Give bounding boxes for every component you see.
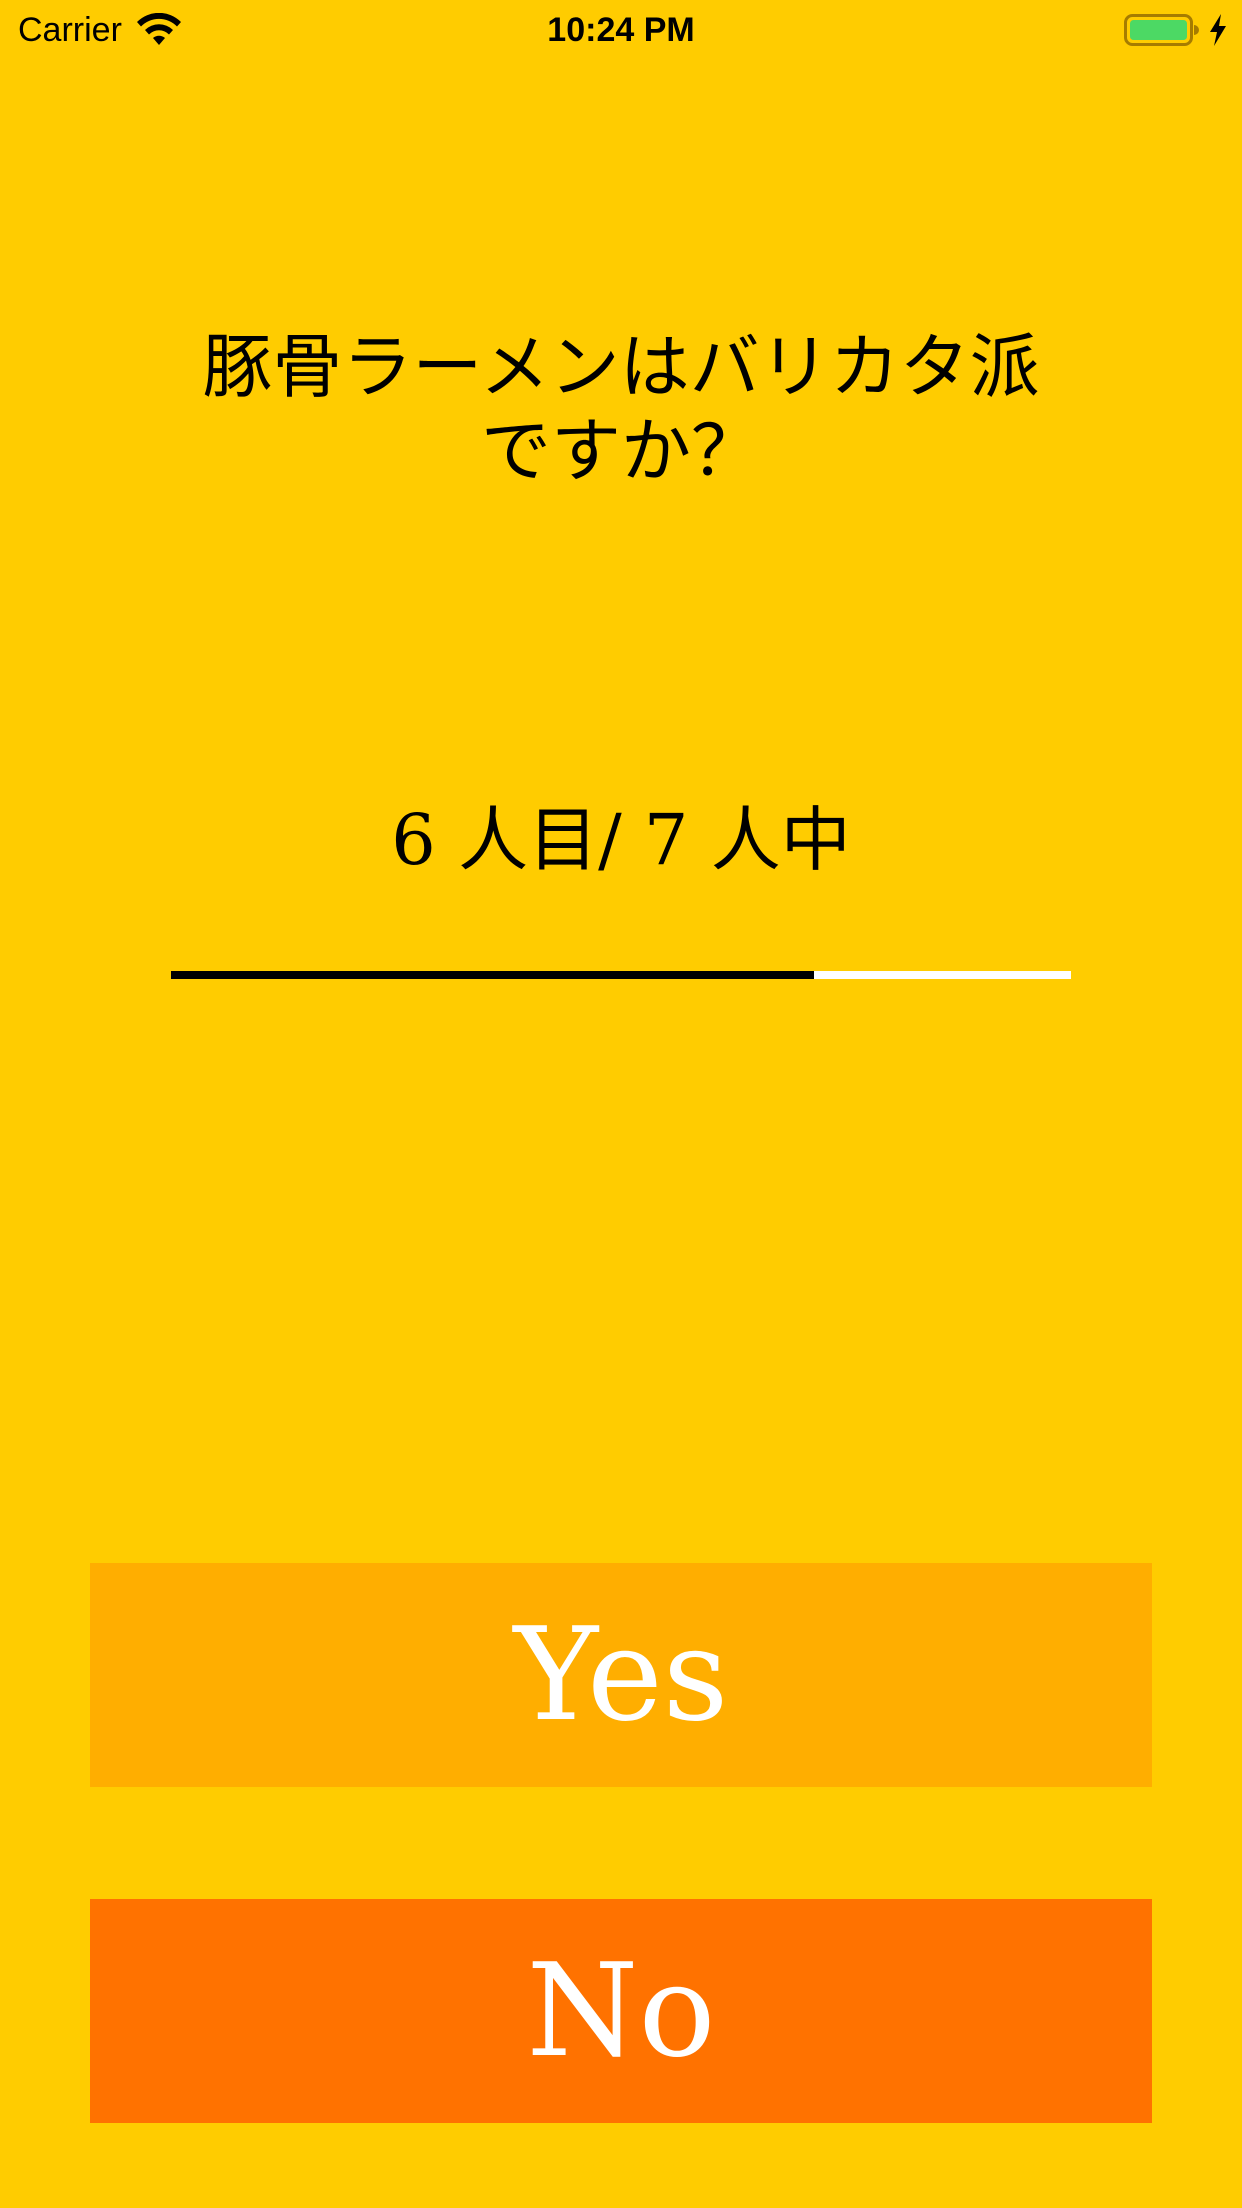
question-line-1: 豚骨ラーメンはバリカタ派 bbox=[202, 326, 1040, 408]
battery-icon bbox=[1124, 14, 1199, 46]
progress-bar bbox=[171, 971, 1071, 979]
no-button[interactable]: No bbox=[90, 1899, 1152, 2123]
status-time: 10:24 PM bbox=[547, 11, 695, 49]
progress-count-label: 6 人目/ 7 人中 bbox=[391, 799, 851, 881]
yes-button[interactable]: Yes bbox=[90, 1563, 1152, 1787]
no-button-label: No bbox=[526, 1936, 716, 2086]
status-bar: Carrier 10:24 PM bbox=[0, 0, 1242, 60]
question-line-2: ですか？ bbox=[481, 410, 761, 492]
battery-group bbox=[1124, 12, 1228, 48]
charging-bolt-icon bbox=[1210, 14, 1226, 46]
question-text: 豚骨ラーメンはバリカタ派 ですか？ bbox=[121, 325, 1121, 493]
progress-bar-fill bbox=[171, 971, 814, 979]
yes-button-label: Yes bbox=[513, 1600, 729, 1750]
